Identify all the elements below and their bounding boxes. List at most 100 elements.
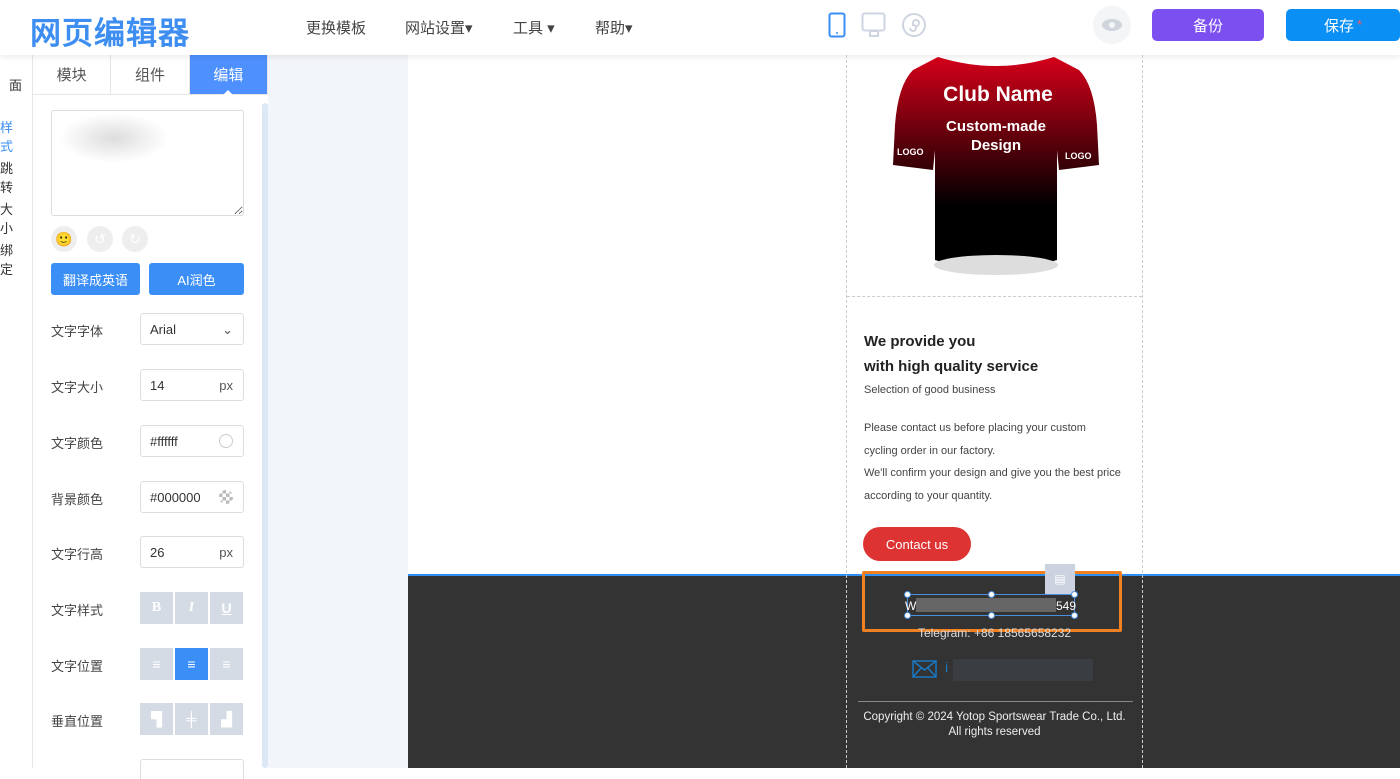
mini-program-icon[interactable] <box>901 12 927 38</box>
next-field[interactable] <box>140 759 244 779</box>
ai-polish-button[interactable]: AI润色 <box>149 263 244 295</box>
size-input[interactable]: 14 px <box>140 369 244 401</box>
color-swatch[interactable] <box>219 434 233 448</box>
redacted-number <box>916 598 1056 612</box>
nav-size[interactable]: 大小 <box>0 199 22 237</box>
save-label: 保存 <box>1324 17 1355 35</box>
size-value: 14 <box>150 378 165 393</box>
whatsapp-start: W <box>905 599 917 613</box>
mobile-view-icon[interactable] <box>828 12 846 38</box>
valign-label: 垂直位置 <box>51 714 104 729</box>
emoji-icon: 🙂 <box>55 230 73 247</box>
nav-page[interactable]: 面 <box>9 75 22 94</box>
panel-tabs: 模块 组件 编辑 <box>33 55 268 95</box>
email-icon <box>912 660 937 678</box>
copyright: Copyright © 2024 Yotop Sportswear Trade … <box>847 710 1142 740</box>
resize-handle[interactable] <box>988 591 995 598</box>
delete-element-button[interactable]: ▤ <box>1045 564 1075 594</box>
nav-bind[interactable]: 绑定 <box>0 240 22 278</box>
nav-jump[interactable]: 跳转 <box>0 158 22 196</box>
chevron-down-icon: ⌄ <box>222 322 233 337</box>
resize-handle[interactable] <box>1071 591 1078 598</box>
lineheight-unit: px <box>219 545 233 560</box>
content-heading: We provide you with high quality service <box>864 329 1038 379</box>
valign-top-button[interactable]: ▜ <box>140 703 173 735</box>
textstyle-row: 文字样式 B I U <box>51 592 262 624</box>
align-right-button[interactable]: ≡ <box>210 648 243 680</box>
jersey-logo-left: LOGO <box>897 147 924 157</box>
bold-button[interactable]: B <box>140 592 173 624</box>
content-column: Club Name Custom-made Design LOGO LOGO W… <box>846 55 1143 768</box>
align-left-button[interactable]: ≡ <box>140 648 173 680</box>
align-label: 文字位置 <box>51 659 104 674</box>
align-center-button[interactable]: ≡ <box>175 648 208 680</box>
lineheight-input[interactable]: 26 px <box>140 536 244 568</box>
color-value: #ffffff <box>150 434 178 449</box>
whatsapp-text-selected[interactable]: W 549 <box>904 591 1078 619</box>
font-value: Arial <box>150 322 177 337</box>
valign-bottom-button[interactable]: ▟ <box>210 703 243 735</box>
redacted-email <box>953 659 1093 681</box>
telegram-text[interactable]: Telegram: +86 18565658232 <box>847 626 1142 640</box>
jersey-logo-right: LOGO <box>1065 151 1092 161</box>
eye-icon <box>1102 19 1122 31</box>
bg-swatch[interactable] <box>219 490 233 504</box>
paragraph-line: We'll confirm your design and give you t… <box>864 467 1121 479</box>
lineheight-value: 26 <box>150 545 165 560</box>
heading-line-1: We provide you <box>864 333 976 350</box>
bg-color-input[interactable]: #000000 <box>140 481 244 513</box>
content-subtitle: Selection of good business <box>864 384 996 396</box>
page-canvas: Club Name Custom-made Design LOGO LOGO W… <box>408 55 1400 768</box>
paragraph-line: according to your quantity. <box>864 489 993 502</box>
font-select[interactable]: Arial ⌄ <box>140 313 244 345</box>
desktop-view-icon[interactable] <box>861 12 887 38</box>
redo-button[interactable]: ↻ <box>122 226 148 252</box>
jersey-design-text-1: Custom-made <box>946 118 1046 135</box>
heading-line-2: with high quality service <box>864 358 1039 375</box>
underline-button[interactable]: U <box>210 592 243 624</box>
lineheight-label: 文字行高 <box>51 547 104 562</box>
bg-value: #000000 <box>150 490 201 505</box>
workspace-gutter <box>268 55 408 768</box>
backup-button[interactable]: 备份 <box>1152 9 1264 41</box>
bg-row: 背景颜色 #000000 <box>51 481 262 513</box>
nav-change-template[interactable]: 更换模板 <box>306 17 366 38</box>
italic-button[interactable]: I <box>175 592 208 624</box>
content-paragraph: Please contact us before placing your cu… <box>864 417 1121 507</box>
left-nav: 面 样式 跳转 大小 绑定 <box>0 55 33 768</box>
valign-middle-button[interactable]: ╪ <box>175 703 208 735</box>
nav-style[interactable]: 样式 <box>0 117 22 155</box>
nav-site-settings[interactable]: 网站设置▾ <box>405 17 473 38</box>
tab-edit[interactable]: 编辑 <box>189 55 268 95</box>
contact-us-button[interactable]: Contact us <box>863 527 971 561</box>
color-row: 文字颜色 #ffffff <box>51 425 262 457</box>
resize-handle[interactable] <box>1071 612 1078 619</box>
font-row: 文字字体 Arial ⌄ <box>51 313 262 345</box>
save-button[interactable]: 保存 * <box>1286 9 1400 41</box>
valign-row: 垂直位置 ▜ ╪ ▟ <box>51 703 262 735</box>
emoji-button[interactable]: 🙂 <box>51 226 77 252</box>
redo-icon: ↻ <box>129 230 141 247</box>
paragraph-line: Please contact us before placing your cu… <box>864 422 1086 434</box>
size-label: 文字大小 <box>51 380 104 395</box>
undo-button[interactable]: ↺ <box>87 226 113 252</box>
resize-handle[interactable] <box>988 612 995 619</box>
resize-handle[interactable] <box>904 591 911 598</box>
textstyle-label: 文字样式 <box>51 603 104 618</box>
translate-button[interactable]: 翻译成英语 <box>51 263 140 295</box>
edit-panel: 🙂 ↺ ↻ 翻译成英语 AI润色 文字字体 Arial ⌄ 文字大小 14 px 文字颜… <box>33 95 262 779</box>
tab-modules[interactable]: 模块 <box>33 55 112 94</box>
trash-icon: ▤ <box>1054 572 1066 586</box>
nav-help[interactable]: 帮助▾ <box>595 17 633 38</box>
jersey-club-text: Club Name <box>943 83 1053 106</box>
color-label: 文字颜色 <box>51 436 104 451</box>
preview-button[interactable] <box>1093 6 1131 44</box>
undo-icon: ↺ <box>94 230 106 247</box>
size-row: 文字大小 14 px <box>51 369 262 401</box>
footer-divider <box>858 701 1133 702</box>
nav-tools[interactable]: 工具 ▾ <box>513 17 555 38</box>
color-input[interactable]: #ffffff <box>140 425 244 457</box>
tab-components[interactable]: 组件 <box>111 55 190 94</box>
jersey-design-text-2: Design <box>971 137 1021 154</box>
resize-handle[interactable] <box>904 612 911 619</box>
